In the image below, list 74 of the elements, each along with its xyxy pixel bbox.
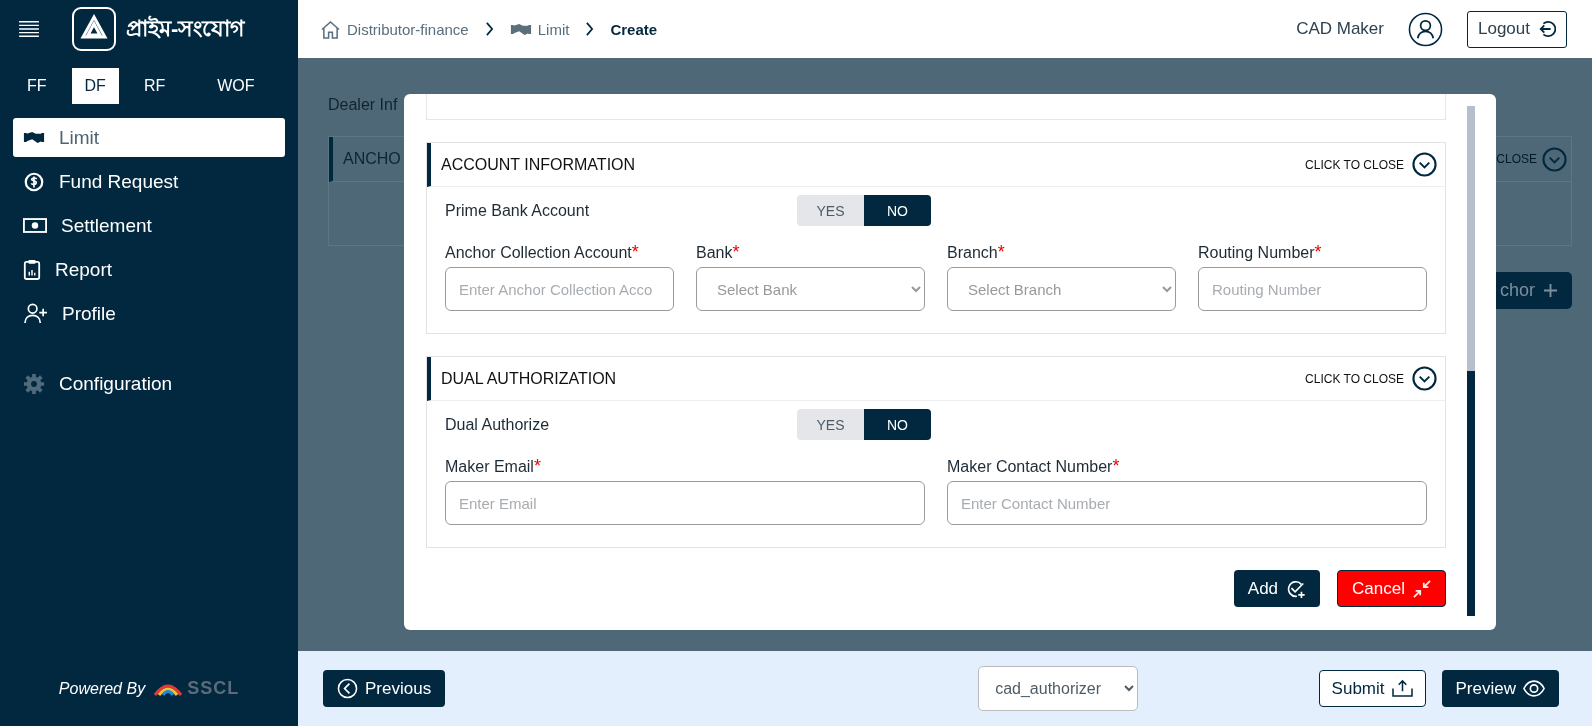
close-hint: CLOSE bbox=[1496, 152, 1537, 166]
module-tab[interactable]: FF bbox=[14, 68, 60, 104]
required-mark: * bbox=[631, 242, 639, 262]
toggle-option[interactable]: NO bbox=[864, 409, 931, 440]
chevron-down-circle-icon[interactable] bbox=[1412, 366, 1437, 391]
logout-icon bbox=[1538, 20, 1556, 38]
nav-item[interactable]: Fund Request bbox=[13, 162, 285, 201]
menu-icon[interactable] bbox=[18, 20, 40, 38]
required-mark: * bbox=[533, 456, 541, 476]
clipboard-chart-icon bbox=[23, 258, 41, 281]
required-mark: * bbox=[997, 242, 1005, 262]
required-mark: * bbox=[1112, 456, 1120, 476]
breadcrumb-link[interactable]: Create bbox=[610, 20, 658, 38]
close-hint: CLICK TO CLOSE bbox=[1305, 157, 1404, 172]
field-label: Bank bbox=[696, 244, 733, 261]
breadcrumb-link[interactable]: Distributor-finance bbox=[320, 19, 469, 39]
card-title: ACCOUNT INFORMATION bbox=[441, 155, 636, 174]
preview-button[interactable]: Preview bbox=[1441, 670, 1559, 707]
home-icon bbox=[320, 19, 341, 39]
field-label: Routing Number bbox=[1198, 244, 1315, 261]
card-title: DUAL AUTHORIZATION bbox=[441, 369, 617, 388]
brand-name: SSCL bbox=[187, 678, 240, 699]
field-label: Anchor Collection Account bbox=[445, 244, 632, 261]
section-title: Dealer Inf bbox=[328, 96, 398, 114]
module-tab[interactable]: DF bbox=[71, 68, 119, 104]
toggle-option[interactable]: YES bbox=[797, 195, 864, 226]
toggle-option[interactable]: NO bbox=[864, 195, 931, 226]
nav-item[interactable]: Profile bbox=[13, 294, 285, 333]
nav-item[interactable]: Settlement bbox=[13, 206, 285, 245]
plus-icon bbox=[1543, 283, 1558, 298]
user-plus-icon bbox=[23, 303, 48, 324]
logo-text: প্রাইম-সংযোগ bbox=[126, 14, 245, 43]
nav-item[interactable]: Limit bbox=[13, 118, 285, 157]
cancel-button[interactable]: Cancel bbox=[1337, 570, 1446, 607]
close-hint: CLICK TO CLOSE bbox=[1305, 371, 1404, 386]
module-tab[interactable]: WOF bbox=[204, 68, 268, 104]
input-field[interactable]: Enter Contact Number bbox=[947, 481, 1427, 525]
add-button[interactable]: Add bbox=[1233, 570, 1321, 607]
card-title: ANCHO bbox=[343, 150, 401, 168]
banknote-icon bbox=[23, 218, 47, 233]
collapse-arrows-icon bbox=[1413, 579, 1431, 598]
chevron-right-icon bbox=[484, 22, 494, 36]
breadcrumb-link[interactable]: Limit bbox=[509, 20, 570, 38]
user-name: CAD Maker bbox=[1296, 19, 1384, 39]
module-tab[interactable]: RF bbox=[130, 68, 179, 104]
chevron-right-icon bbox=[585, 22, 595, 36]
eye-icon bbox=[1523, 680, 1545, 697]
check-plus-icon bbox=[1286, 578, 1307, 599]
dollar-circle-icon bbox=[23, 170, 45, 193]
powered-by-text: Powered By bbox=[58, 679, 146, 698]
upload-tray-icon bbox=[1391, 679, 1413, 698]
input-field[interactable]: Routing Number bbox=[1198, 267, 1427, 311]
select-field[interactable]: cad_authorizer bbox=[978, 666, 1139, 711]
submit-button[interactable]: Submit bbox=[1318, 670, 1426, 707]
toggle-label: Dual Authorize bbox=[445, 415, 551, 434]
input-field[interactable]: Enter Email bbox=[445, 481, 925, 525]
nav-item[interactable]: Configuration bbox=[13, 364, 285, 403]
chevron-left-circle-icon bbox=[337, 678, 358, 699]
field-label: Maker Contact Number bbox=[947, 458, 1113, 475]
field-label: Branch bbox=[947, 244, 998, 261]
logo-icon bbox=[72, 7, 116, 51]
nav-item[interactable]: Report bbox=[13, 250, 285, 289]
required-mark: * bbox=[1314, 242, 1322, 262]
toggle-label: Prime Bank Account bbox=[445, 201, 591, 220]
previous-button[interactable]: Previous bbox=[323, 670, 446, 707]
required-mark: * bbox=[732, 242, 740, 262]
input-field[interactable]: Enter Anchor Collection Acco bbox=[445, 267, 674, 311]
logout-button[interactable]: Logout bbox=[1467, 10, 1567, 48]
toggle-option[interactable]: YES bbox=[797, 409, 864, 440]
chevron-down-circle-icon[interactable] bbox=[1412, 152, 1437, 177]
gear-icon bbox=[23, 372, 45, 395]
scrollbar[interactable] bbox=[1467, 106, 1475, 616]
user-avatar-icon[interactable] bbox=[1408, 11, 1443, 47]
field-label: Maker Email bbox=[445, 458, 534, 475]
